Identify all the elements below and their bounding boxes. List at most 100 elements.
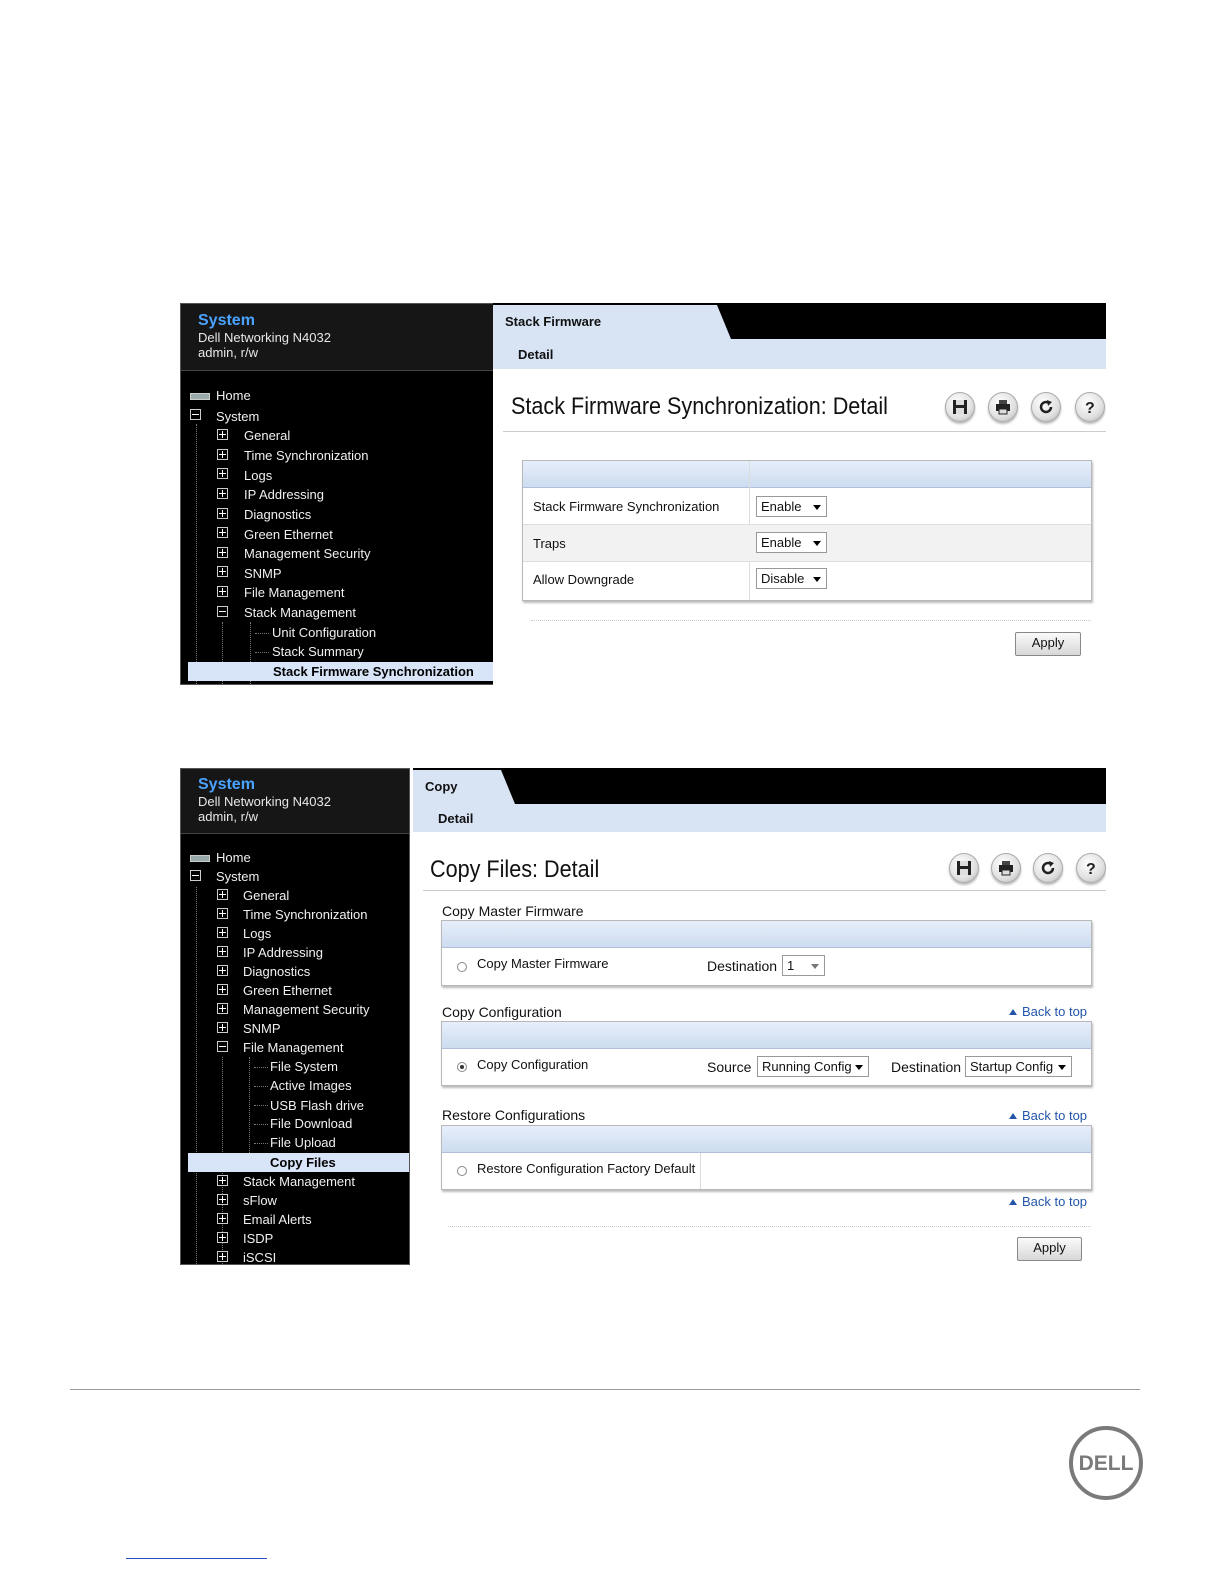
tree-item-snmp[interactable]: SNMP: [243, 1019, 281, 1038]
expand-icon[interactable]: [217, 547, 228, 558]
back-to-top-link[interactable]: Back to top: [1009, 1108, 1087, 1123]
divider: [531, 620, 1091, 621]
tree-item-isdp[interactable]: ISDP: [243, 1229, 273, 1248]
tab-copy-files[interactable]: Copy Files: [413, 770, 515, 828]
copy-config-radio[interactable]: [457, 1062, 467, 1072]
help-icon[interactable]: ?: [1076, 853, 1106, 883]
main-panel: Stack Firmware Synchronization Detail St…: [493, 303, 1106, 685]
tree-item-logs[interactable]: Logs: [243, 924, 271, 943]
tree-item-system[interactable]: System: [216, 407, 259, 426]
print-icon[interactable]: [991, 853, 1021, 883]
collapse-icon[interactable]: [217, 1041, 228, 1052]
back-to-top-link[interactable]: Back to top: [1009, 1004, 1087, 1019]
tree-item-iscsi[interactable]: iSCSI: [243, 1248, 276, 1264]
tree-item-active-images[interactable]: Active Images: [270, 1076, 352, 1095]
tree-item-stack-summary[interactable]: Stack Summary: [272, 642, 364, 661]
expand-icon[interactable]: [217, 488, 228, 499]
master-destination-select[interactable]: 1: [782, 955, 825, 976]
expand-icon[interactable]: [217, 586, 228, 597]
tree-item-ip-addressing[interactable]: IP Addressing: [244, 485, 324, 504]
expand-icon[interactable]: [217, 946, 228, 957]
help-icon[interactable]: ?: [1075, 392, 1105, 422]
expand-icon[interactable]: [217, 449, 228, 460]
tree-item-file-management[interactable]: File Management: [243, 1038, 343, 1057]
expand-icon[interactable]: [217, 927, 228, 938]
tree-item-green-ethernet[interactable]: Green Ethernet: [243, 981, 332, 1000]
print-icon[interactable]: [988, 392, 1018, 422]
tree-item-home[interactable]: Home: [216, 848, 251, 867]
tree-item-stack-firmware-sync[interactable]: Stack Firmware Synchronization: [188, 662, 493, 681]
sidebar-title: System: [198, 776, 255, 793]
subtab-detail[interactable]: Detail: [518, 347, 553, 362]
tree-item-file-upload[interactable]: File Upload: [270, 1133, 336, 1152]
select-value: Enable: [761, 535, 802, 550]
allow-downgrade-select[interactable]: Disable: [756, 568, 827, 589]
tree-item-green-ethernet[interactable]: Green Ethernet: [244, 525, 333, 544]
expand-icon[interactable]: [217, 1213, 228, 1224]
expand-icon[interactable]: [217, 429, 228, 440]
expand-icon[interactable]: [217, 984, 228, 995]
tree-item-email-alerts[interactable]: Email Alerts: [243, 1210, 312, 1229]
tree-item-system[interactable]: System: [216, 867, 259, 886]
tree-item-file-system[interactable]: File System: [270, 1057, 338, 1076]
tree-item-file-management[interactable]: File Management: [244, 583, 344, 602]
expand-icon[interactable]: [217, 1175, 228, 1186]
save-icon[interactable]: [949, 853, 979, 883]
config-destination-select[interactable]: Startup Config: [965, 1056, 1072, 1077]
apply-button[interactable]: Apply: [1017, 1237, 1082, 1261]
expand-icon[interactable]: [217, 1022, 228, 1033]
collapse-icon[interactable]: [190, 870, 201, 881]
tree-item-time-sync[interactable]: Time Synchronization: [243, 905, 368, 924]
tree-item-ip-addressing[interactable]: IP Addressing: [243, 943, 323, 962]
tree-item-home[interactable]: Home: [216, 386, 251, 405]
tree-item-snmp[interactable]: SNMP: [244, 564, 282, 583]
tree-item-diagnostics[interactable]: Diagnostics: [243, 962, 310, 981]
expand-icon[interactable]: [217, 889, 228, 900]
traps-select[interactable]: Enable: [756, 532, 827, 553]
tree-item-stack-management[interactable]: Stack Management: [243, 1172, 355, 1191]
tree-item-management-security[interactable]: Management Security: [243, 1000, 369, 1019]
tree-item-sflow[interactable]: sFlow: [243, 1191, 277, 1210]
expand-icon[interactable]: [217, 965, 228, 976]
stack-sync-select[interactable]: Enable: [756, 496, 827, 517]
collapse-icon[interactable]: [190, 409, 201, 420]
copy-config-panel: Copy Configuration Source Running Config…: [441, 1021, 1092, 1086]
tree-item-stack-management[interactable]: Stack Management: [244, 603, 356, 622]
expand-icon[interactable]: [217, 1194, 228, 1205]
apply-button[interactable]: Apply: [1015, 632, 1081, 656]
refresh-icon[interactable]: [1033, 853, 1063, 883]
tree-item-time-sync[interactable]: Time Synchronization: [244, 446, 369, 465]
tab-stack-firmware-sync[interactable]: Stack Firmware Synchronization: [493, 305, 731, 363]
tree-item-diagnostics[interactable]: Diagnostics: [244, 505, 311, 524]
expand-icon[interactable]: [217, 508, 228, 519]
settings-table: Stack Firmware Synchronization Enable Tr…: [522, 460, 1092, 601]
tree-item-file-download[interactable]: File Download: [270, 1114, 352, 1133]
restore-default-radio[interactable]: [457, 1166, 467, 1176]
expand-icon[interactable]: [217, 1003, 228, 1014]
subtab-detail[interactable]: Detail: [438, 811, 473, 826]
tree-item-general[interactable]: General: [243, 886, 289, 905]
expand-icon[interactable]: [217, 566, 228, 577]
tree-line: [254, 1143, 268, 1144]
expand-icon[interactable]: [217, 908, 228, 919]
tree-item-logs[interactable]: Logs: [244, 466, 272, 485]
tree-item-general[interactable]: General: [244, 426, 290, 445]
dell-logo: DELL: [1068, 1425, 1144, 1506]
destination-label: Destination: [707, 958, 778, 974]
collapse-icon[interactable]: [217, 606, 228, 617]
tree-item-copy-files[interactable]: Copy Files: [188, 1153, 409, 1172]
tree-item-management-security[interactable]: Management Security: [244, 544, 370, 563]
back-to-top-link[interactable]: Back to top: [1009, 1194, 1087, 1209]
expand-icon[interactable]: [217, 1232, 228, 1243]
expand-icon[interactable]: [217, 1251, 228, 1262]
refresh-icon[interactable]: [1031, 392, 1061, 422]
expand-icon[interactable]: [217, 468, 228, 479]
table-header: [523, 461, 1091, 488]
dropdown-arrow-icon: [813, 505, 821, 510]
source-select[interactable]: Running Config: [757, 1056, 869, 1077]
expand-icon[interactable]: [217, 527, 228, 538]
copy-master-radio[interactable]: [457, 962, 467, 972]
save-icon[interactable]: [945, 392, 975, 422]
tree-item-usb-flash[interactable]: USB Flash drive: [270, 1096, 364, 1115]
tree-item-unit-configuration[interactable]: Unit Configuration: [272, 623, 376, 642]
